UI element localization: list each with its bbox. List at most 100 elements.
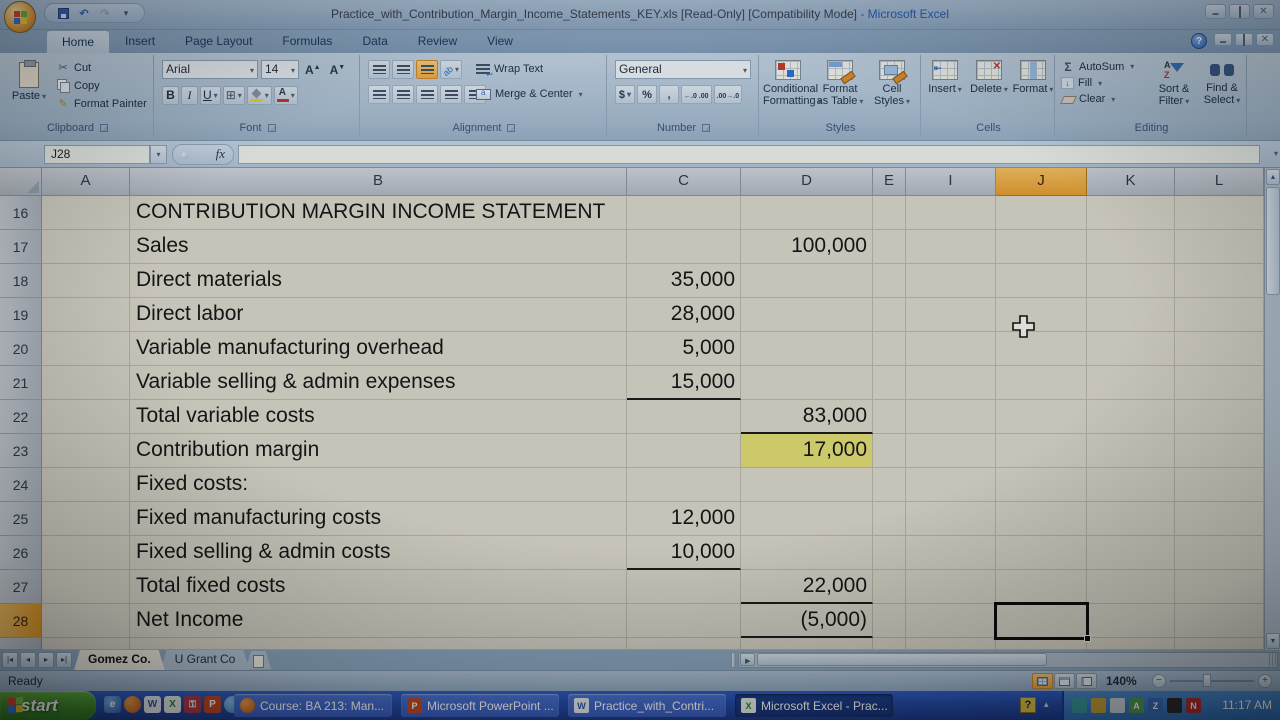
align-center-button[interactable] — [392, 85, 414, 104]
bottom-align-button[interactable] — [416, 60, 438, 79]
cell-B29[interactable] — [130, 638, 627, 650]
close-button[interactable] — [1253, 4, 1274, 19]
format-as-table-button[interactable]: Format as Table — [815, 58, 865, 120]
row-header-20[interactable]: 20 — [0, 332, 42, 366]
cell-D21[interactable] — [741, 366, 873, 400]
taskbar-button-course-ba-213-man[interactable]: Course: BA 213: Man... — [234, 694, 392, 717]
grow-font-button[interactable]: A▲ — [302, 63, 324, 77]
orientation-button[interactable] — [440, 60, 462, 79]
conditional-formatting-button[interactable]: Conditional Formatting — [763, 58, 813, 120]
row-header-29[interactable] — [0, 638, 42, 650]
cell-A27[interactable] — [42, 570, 130, 604]
shrink-font-button[interactable]: A▼ — [327, 63, 349, 77]
row-header-22[interactable]: 22 — [0, 400, 42, 434]
clear-button[interactable]: Clear — [1061, 93, 1134, 105]
cell-D28[interactable]: (5,000) — [741, 604, 873, 638]
cell-A19[interactable] — [42, 298, 130, 332]
ribbon-tab-home[interactable]: Home — [46, 30, 110, 53]
sheet-tab-u-grant-co[interactable]: U Grant Co — [161, 650, 250, 670]
quick-launch-excel-icon[interactable] — [164, 696, 181, 713]
cell-L25[interactable] — [1175, 502, 1264, 536]
cell-L29[interactable] — [1175, 638, 1264, 650]
ribbon-tab-insert[interactable]: Insert — [110, 30, 170, 53]
cell-K19[interactable] — [1087, 298, 1175, 332]
tray-z-icon[interactable]: Z — [1148, 698, 1163, 713]
name-box-dropdown[interactable]: ▾ — [150, 145, 167, 164]
cell-J25[interactable] — [996, 502, 1087, 536]
autosum-button[interactable]: AutoSum — [1061, 60, 1134, 73]
cell-L22[interactable] — [1175, 400, 1264, 434]
zoom-slider-thumb[interactable] — [1203, 674, 1211, 687]
cell-I25[interactable] — [906, 502, 996, 536]
cell-L21[interactable] — [1175, 366, 1264, 400]
fill-button[interactable]: Fill — [1061, 77, 1134, 89]
formula-input[interactable] — [238, 145, 1260, 164]
taskbar-button-practice-with-contri[interactable]: Practice_with_Contri... — [568, 694, 726, 717]
format-painter-button[interactable]: Format Painter — [56, 97, 147, 110]
increase-decimal-button[interactable] — [681, 85, 712, 104]
cell-A17[interactable] — [42, 230, 130, 264]
cell-I27[interactable] — [906, 570, 996, 604]
cell-A28[interactable] — [42, 604, 130, 638]
first-sheet-button[interactable]: |◂ — [2, 652, 18, 668]
ribbon-tab-formulas[interactable]: Formulas — [267, 30, 347, 53]
start-button[interactable]: start — [0, 691, 96, 720]
align-right-button[interactable] — [416, 85, 438, 104]
quick-launch-firefox-icon[interactable] — [124, 696, 141, 713]
cell-L23[interactable] — [1175, 434, 1264, 468]
cell-J17[interactable] — [996, 230, 1087, 264]
cell-B28[interactable]: Net Income — [130, 604, 627, 638]
cell-D22[interactable]: 83,000 — [741, 400, 873, 434]
cell-C19[interactable]: 28,000 — [627, 298, 741, 332]
quick-launch-internet-explorer-icon[interactable] — [104, 696, 121, 713]
cell-E17[interactable] — [873, 230, 906, 264]
cell-C21[interactable]: 15,000 — [627, 366, 741, 400]
vertical-scroll-thumb[interactable] — [1266, 187, 1280, 295]
merge-center-button[interactable]: Merge & Center — [476, 88, 583, 100]
cell-B19[interactable]: Direct labor — [130, 298, 627, 332]
cell-A21[interactable] — [42, 366, 130, 400]
copy-button[interactable]: Copy — [56, 79, 147, 92]
cell-L24[interactable] — [1175, 468, 1264, 502]
row-header-17[interactable]: 17 — [0, 230, 42, 264]
cell-C22[interactable] — [627, 400, 741, 434]
workbook-close-button[interactable] — [1256, 33, 1274, 46]
cell-A24[interactable] — [42, 468, 130, 502]
cell-I22[interactable] — [906, 400, 996, 434]
cell-E22[interactable] — [873, 400, 906, 434]
taskbar-button-microsoft-excel-prac[interactable]: Microsoft Excel - Prac... — [735, 694, 893, 717]
scroll-up-arrow[interactable]: ▲ — [1266, 169, 1280, 185]
last-sheet-button[interactable]: ▸| — [56, 652, 72, 668]
row-header-28[interactable]: 28 — [0, 604, 42, 638]
scroll-down-arrow[interactable]: ▼ — [1266, 633, 1280, 649]
sort-filter-button[interactable]: Sort & Filter — [1151, 58, 1197, 120]
row-header-23[interactable]: 23 — [0, 434, 42, 468]
zoom-out-button[interactable]: − — [1152, 674, 1166, 688]
column-header-E[interactable]: E — [873, 168, 906, 196]
cell-I23[interactable] — [906, 434, 996, 468]
help-button[interactable]: ? — [1191, 33, 1207, 49]
paste-button[interactable]: Paste — [6, 58, 52, 120]
cell-J19[interactable] — [996, 298, 1087, 332]
cell-A26[interactable] — [42, 536, 130, 570]
row-header-27[interactable]: 27 — [0, 570, 42, 604]
restore-button[interactable] — [1229, 4, 1250, 19]
cell-E18[interactable] — [873, 264, 906, 298]
font-dialog-launcher[interactable] — [268, 124, 276, 132]
font-name-combo[interactable]: Arial — [162, 60, 258, 79]
clipboard-dialog-launcher[interactable] — [100, 124, 108, 132]
cell-B18[interactable]: Direct materials — [130, 264, 627, 298]
cell-B17[interactable]: Sales — [130, 230, 627, 264]
office-button[interactable] — [4, 1, 36, 33]
cell-J20[interactable] — [996, 332, 1087, 366]
cell-I29[interactable] — [906, 638, 996, 650]
cell-E19[interactable] — [873, 298, 906, 332]
cell-E27[interactable] — [873, 570, 906, 604]
cell-A16[interactable] — [42, 196, 130, 230]
cell-I18[interactable] — [906, 264, 996, 298]
tray-a-icon[interactable]: A — [1129, 698, 1144, 713]
font-color-button[interactable] — [274, 86, 298, 105]
cell-C29[interactable] — [627, 638, 741, 650]
cell-L26[interactable] — [1175, 536, 1264, 570]
cell-J23[interactable] — [996, 434, 1087, 468]
